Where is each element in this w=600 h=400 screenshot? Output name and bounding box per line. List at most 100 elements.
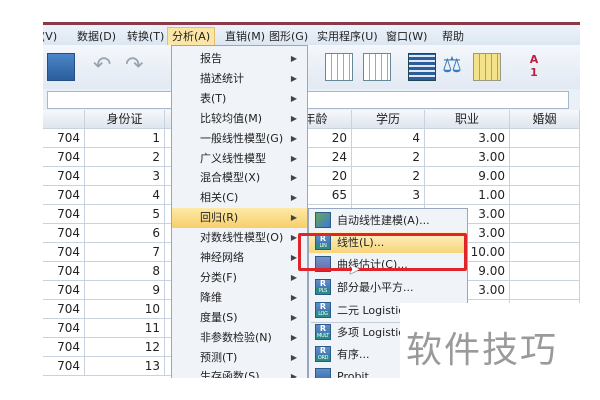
analyze-menu-item[interactable]: 对数线性模型(O) ▶	[172, 228, 307, 248]
table-cell[interactable]: 704	[43, 167, 85, 186]
icon-letter: R	[319, 302, 327, 311]
table-cell[interactable]: 704	[43, 148, 85, 167]
column-header[interactable]: 身份证	[85, 110, 165, 129]
undo-icon[interactable]: ↶	[93, 53, 119, 79]
recall-dialog-icon[interactable]	[47, 53, 75, 81]
table-cell[interactable]: 704	[43, 262, 85, 281]
table-cell[interactable]	[510, 186, 580, 205]
menu-item-label: 一般线性模型(G)	[200, 131, 284, 145]
redo-icon[interactable]: ↷	[125, 53, 151, 79]
table-cell[interactable]: 3	[85, 167, 165, 186]
table-cell[interactable]: 704	[43, 319, 85, 338]
menu-0[interactable]: (V)	[43, 28, 61, 45]
table-cell[interactable]	[510, 167, 580, 186]
menu-3[interactable]: 分析(A)	[167, 27, 216, 46]
table-cell[interactable]: 13	[85, 357, 165, 376]
submenu-arrow-icon: ▶	[290, 193, 297, 203]
table-cell[interactable]: 8	[85, 262, 165, 281]
icon-letter: R	[319, 324, 327, 333]
column-header[interactable]: 学历	[352, 110, 425, 129]
regression-submenu-item[interactable]: 自动线性建模(A)...	[309, 210, 467, 231]
table-cell[interactable]: 2	[352, 167, 425, 186]
split-file-icon[interactable]	[408, 53, 436, 81]
table-cell[interactable]	[510, 129, 580, 148]
column-header[interactable]	[43, 110, 85, 129]
table-cell[interactable]: 704	[43, 281, 85, 300]
balance-icon[interactable]: ⚖	[439, 53, 465, 79]
value-labels-toggle-icon[interactable]: A1	[521, 53, 547, 79]
table-cell[interactable]: 7	[85, 243, 165, 262]
analyze-menu-item[interactable]: 分类(F) ▶	[172, 268, 307, 288]
analyze-menu-item[interactable]: 混合模型(X) ▶	[172, 168, 307, 188]
table-cell[interactable]	[510, 205, 580, 224]
analyze-menu-item[interactable]: 度量(S) ▶	[172, 308, 307, 328]
table-cell[interactable]: 4	[85, 186, 165, 205]
table-cell[interactable]: 9	[85, 281, 165, 300]
table-cell[interactable]: 10	[85, 300, 165, 319]
icon-badge: MULT	[316, 333, 330, 339]
table-cell[interactable]: 704	[43, 357, 85, 376]
analyze-menu-item[interactable]: 生存函数(S) ▶	[172, 367, 307, 378]
table-cell[interactable]: 1	[85, 129, 165, 148]
menu-7[interactable]: 窗口(W)	[382, 28, 431, 45]
menu-item-label: 相关(C)	[200, 191, 239, 205]
analyze-menu-item[interactable]: 比较均值(M) ▶	[172, 109, 307, 129]
table-cell[interactable]: 704	[43, 300, 85, 319]
menu-2[interactable]: 转换(T)	[123, 28, 168, 45]
table-cell[interactable]: 704	[43, 186, 85, 205]
watermark: 软件技巧	[400, 303, 600, 400]
column-header[interactable]: 婚姻	[510, 110, 580, 129]
cell-editor-input[interactable]	[47, 91, 569, 109]
table-cell[interactable]	[510, 148, 580, 167]
table-cell[interactable]: 9.00	[425, 167, 510, 186]
analyze-menu-item[interactable]: 一般线性模型(G) ▶	[172, 129, 307, 149]
table-cell[interactable]: 11	[85, 319, 165, 338]
analyze-menu-item[interactable]: 描述统计 ▶	[172, 69, 307, 89]
icon-letter: R	[319, 279, 327, 288]
regression-submenu-item[interactable]: R PLS 部分最小平方...	[309, 277, 467, 298]
table-cell[interactable]: 2	[352, 148, 425, 167]
value-labels-icon[interactable]	[473, 53, 501, 81]
menu-4[interactable]: 直销(M)	[221, 28, 269, 45]
submenu-arrow-icon: ▶	[290, 153, 297, 163]
table-cell[interactable]: 4	[352, 129, 425, 148]
menu-1[interactable]: 数据(D)	[73, 28, 120, 45]
table-cell[interactable]: 704	[43, 129, 85, 148]
table-cell[interactable]: 3.00	[425, 129, 510, 148]
table-cell[interactable]: 6	[85, 224, 165, 243]
analyze-menu-item[interactable]: 相关(C) ▶	[172, 188, 307, 208]
analyze-menu-item[interactable]: 神经网络 ▶	[172, 248, 307, 268]
submenu-arrow-icon: ▶	[290, 113, 297, 123]
table-cell[interactable]: 5	[85, 205, 165, 224]
table-cell[interactable]	[510, 262, 580, 281]
menu-6[interactable]: 实用程序(U)	[313, 28, 382, 45]
table-cell[interactable]: 3	[352, 186, 425, 205]
analyze-menu-item[interactable]: 降维 ▶	[172, 288, 307, 308]
analyze-menu-item[interactable]: 报告 ▶	[172, 49, 307, 69]
analyze-menu-item[interactable]: 表(T) ▶	[172, 89, 307, 109]
submenu-arrow-icon: ▶	[290, 73, 297, 83]
weight-cases-icon[interactable]	[363, 53, 391, 81]
probit-icon	[315, 368, 331, 378]
select-cases-icon[interactable]	[325, 53, 353, 81]
menu-item-label: 降维	[200, 290, 222, 304]
menu-item-label: 混合模型(X)	[200, 171, 261, 185]
table-cell[interactable]	[510, 243, 580, 262]
table-cell[interactable]: 704	[43, 338, 85, 357]
menu-8[interactable]: 帮助	[438, 28, 468, 45]
table-cell[interactable]: 1.00	[425, 186, 510, 205]
table-cell[interactable]	[510, 224, 580, 243]
menu-5[interactable]: 图形(G)	[265, 28, 312, 45]
table-cell[interactable]: 704	[43, 243, 85, 262]
analyze-menu-item[interactable]: 回归(R) ▶	[172, 208, 307, 229]
table-cell[interactable]	[510, 281, 580, 300]
table-cell[interactable]: 3.00	[425, 148, 510, 167]
analyze-menu-item[interactable]: 预测(T) ▶	[172, 348, 307, 368]
analyze-menu-item[interactable]: 广义线性模型 ▶	[172, 149, 307, 169]
column-header[interactable]: 职业	[425, 110, 510, 129]
table-cell[interactable]: 704	[43, 205, 85, 224]
analyze-menu-item[interactable]: 非参数检验(N) ▶	[172, 328, 307, 348]
table-cell[interactable]: 12	[85, 338, 165, 357]
table-cell[interactable]: 2	[85, 148, 165, 167]
table-cell[interactable]: 704	[43, 224, 85, 243]
